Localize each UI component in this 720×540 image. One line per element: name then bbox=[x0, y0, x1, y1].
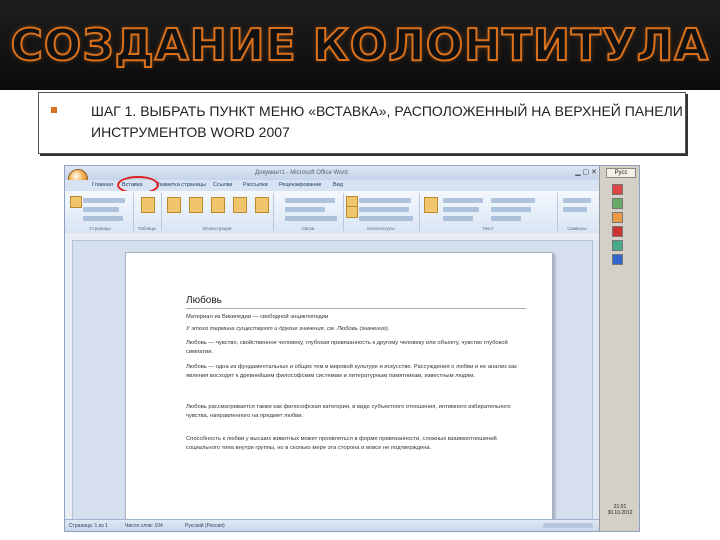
tray-icon[interactable] bbox=[612, 184, 623, 195]
tab-page-layout[interactable]: Разметка страницы bbox=[156, 182, 206, 188]
article-title: Любовь bbox=[186, 295, 222, 306]
group-label: Страницы bbox=[89, 226, 111, 231]
window-title: Документ1 - Microsoft Office Word bbox=[255, 170, 348, 176]
footer-icon[interactable] bbox=[346, 206, 358, 218]
ribbon: Страницы Таблицы Иллюстрации Связи Колон… bbox=[65, 191, 599, 234]
group-label: Таблицы bbox=[137, 226, 157, 231]
group-label: Текст bbox=[482, 226, 494, 231]
word-screenshot: Документ1 - Microsoft Office Word ▁ ▢ ✕ … bbox=[64, 165, 640, 532]
step-text: ШАГ 1. ВЫБРАТЬ ПУНКТ МЕНЮ «ВСТАВКА», РАС… bbox=[91, 103, 683, 140]
zoom-slider[interactable] bbox=[543, 523, 593, 528]
paragraph: Любовь рассматривается также как философ… bbox=[186, 404, 511, 419]
group-pages: Страницы bbox=[67, 193, 134, 231]
slide-title: СОЗДАНИЕ КОЛОНТИТУЛА bbox=[10, 19, 710, 72]
title-divider bbox=[186, 308, 526, 309]
clock[interactable]: 21:01 30.10.2012 bbox=[602, 504, 638, 516]
bullet-icon bbox=[51, 107, 57, 113]
window-controls[interactable]: ▁ ▢ ✕ bbox=[575, 168, 597, 176]
tab-view[interactable]: Вид bbox=[333, 182, 343, 188]
group-label: Иллюстрации bbox=[202, 226, 232, 231]
paragraph: Любовь — одна из фундаментальных и общих… bbox=[186, 364, 517, 379]
status-page[interactable]: Страница: 1 из 1 bbox=[69, 523, 108, 529]
language-indicator[interactable]: Русс bbox=[606, 168, 636, 178]
tab-references[interactable]: Ссылки bbox=[213, 182, 232, 188]
paragraph: Любовь — чувство, свойственное человеку,… bbox=[186, 340, 508, 355]
group-label: Колонтитулы bbox=[367, 226, 395, 231]
group-symbols: Символы bbox=[557, 193, 597, 231]
group-header-footer: Колонтитулы bbox=[343, 193, 420, 231]
paragraph: У этого термина существуют и другие знач… bbox=[186, 326, 390, 332]
tray-icon[interactable] bbox=[612, 254, 623, 265]
paragraph: Способность к любви у высших животных мо… bbox=[186, 436, 497, 451]
cover-page-icon[interactable] bbox=[70, 196, 82, 208]
status-words[interactable]: Число слов: 104 bbox=[125, 523, 163, 529]
tab-mailings[interactable]: Рассылки bbox=[243, 182, 268, 188]
chart-icon[interactable] bbox=[255, 197, 269, 213]
paragraph: Материал из Википедии — свободной энцикл… bbox=[186, 314, 329, 320]
document-page[interactable]: Любовь Материал из Википедии — свободной… bbox=[125, 252, 553, 521]
tab-review[interactable]: Рецензирование bbox=[279, 182, 321, 188]
horizontal-ruler[interactable] bbox=[65, 233, 599, 241]
tray-icon[interactable] bbox=[612, 212, 623, 223]
status-bar: Страница: 1 из 1 Число слов: 104 Русский… bbox=[65, 519, 599, 531]
taskbar-panel: Русс 21:01 30.10.2012 bbox=[599, 166, 639, 531]
tray-icon[interactable] bbox=[612, 198, 623, 209]
group-text: Текст bbox=[419, 193, 558, 231]
step-box: ШАГ 1. ВЫБРАТЬ ПУНКТ МЕНЮ «ВСТАВКА», РАС… bbox=[38, 92, 686, 154]
group-label: Символы bbox=[567, 226, 587, 231]
tray-icon[interactable] bbox=[612, 240, 623, 251]
table-icon[interactable] bbox=[141, 197, 155, 213]
group-links: Связи bbox=[273, 193, 344, 231]
tray-icon[interactable] bbox=[612, 226, 623, 237]
smartart-icon[interactable] bbox=[233, 197, 247, 213]
text-box-icon[interactable] bbox=[424, 197, 438, 213]
group-illustrations: Иллюстрации bbox=[161, 193, 274, 231]
tab-home[interactable]: Главная bbox=[92, 182, 113, 188]
clock-date: 30.10.2012 bbox=[607, 510, 633, 516]
vertical-ruler[interactable] bbox=[65, 240, 73, 519]
clipart-icon[interactable] bbox=[189, 197, 203, 213]
group-label: Связи bbox=[301, 226, 315, 231]
status-language[interactable]: Русский (Россия) bbox=[185, 523, 225, 529]
shapes-icon[interactable] bbox=[211, 197, 225, 213]
picture-icon[interactable] bbox=[167, 197, 181, 213]
group-tables: Таблицы bbox=[133, 193, 162, 231]
